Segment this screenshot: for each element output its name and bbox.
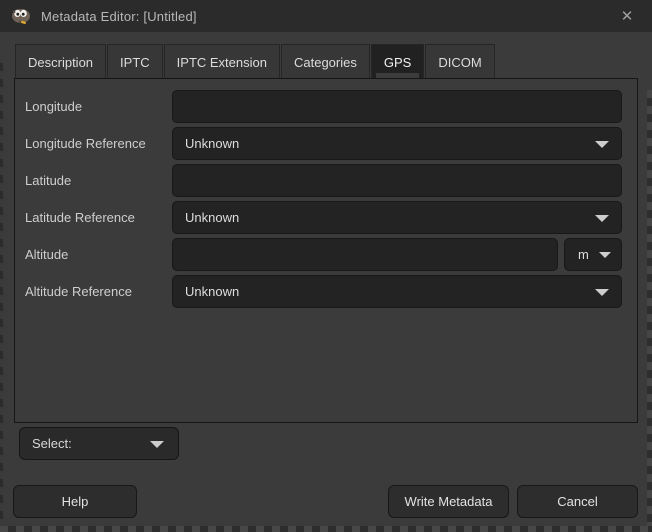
tab-description[interactable]: Description: [15, 44, 106, 79]
longitude-reference-select[interactable]: Unknown: [172, 127, 622, 160]
tab-categories[interactable]: Categories: [281, 44, 370, 79]
window-edge-right: [647, 90, 652, 526]
latitude-reference-label: Latitude Reference: [20, 201, 172, 234]
gimp-wilber-icon: [10, 7, 32, 25]
window-title: Metadata Editor: [Untitled]: [41, 9, 197, 24]
tab-strip: Description IPTC IPTC Extension Categori…: [15, 44, 496, 79]
tab-iptc-extension[interactable]: IPTC Extension: [164, 44, 280, 79]
titlebar[interactable]: Metadata Editor: [Untitled] ✕: [0, 0, 652, 32]
tab-gps[interactable]: GPS: [371, 44, 424, 79]
select-dropdown[interactable]: Select:: [19, 427, 179, 460]
tab-dicom[interactable]: DICOM: [425, 44, 494, 79]
chevron-down-icon: [599, 252, 611, 258]
metadata-editor-window: Metadata Editor: [Untitled] ✕ Descriptio…: [0, 0, 652, 532]
latitude-label: Latitude: [20, 164, 172, 197]
longitude-label: Longitude: [20, 90, 172, 123]
window-edge-bottom: [0, 526, 652, 532]
altitude-reference-select[interactable]: Unknown: [172, 275, 622, 308]
close-icon[interactable]: ✕: [610, 0, 644, 32]
write-metadata-button[interactable]: Write Metadata: [388, 485, 509, 518]
chevron-down-icon: [595, 289, 609, 296]
cancel-button[interactable]: Cancel: [517, 485, 638, 518]
gps-tab-panel: Longitude Longitude Reference Unknown La…: [14, 78, 638, 423]
chevron-down-icon: [595, 215, 609, 222]
altitude-unit-select[interactable]: m: [564, 238, 622, 271]
tab-iptc[interactable]: IPTC: [107, 44, 163, 79]
longitude-reference-label: Longitude Reference: [20, 127, 172, 160]
altitude-label: Altitude: [20, 238, 172, 271]
help-button[interactable]: Help: [13, 485, 137, 518]
window-edge-left: [0, 55, 3, 526]
longitude-input[interactable]: [172, 90, 622, 123]
gps-form: Longitude Longitude Reference Unknown La…: [15, 79, 637, 308]
chevron-down-icon: [150, 441, 164, 448]
altitude-input[interactable]: [172, 238, 558, 271]
latitude-input[interactable]: [172, 164, 622, 197]
latitude-reference-select[interactable]: Unknown: [172, 201, 622, 234]
altitude-reference-label: Altitude Reference: [20, 275, 172, 308]
chevron-down-icon: [595, 141, 609, 148]
